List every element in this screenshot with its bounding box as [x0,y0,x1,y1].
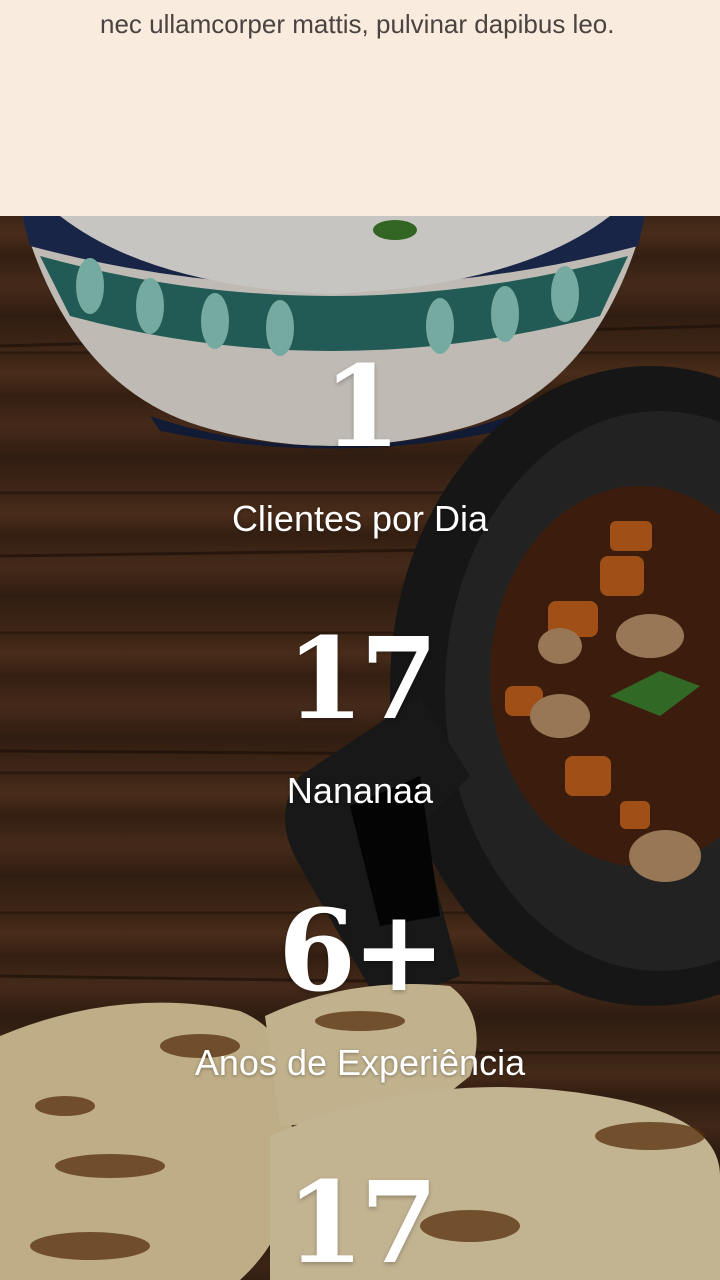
stat-label: Clientes por Dia [231,498,489,539]
intro-paragraph: nec ullamcorper mattis, pulvinar dapibus… [100,9,615,39]
intro-section: nec ullamcorper mattis, pulvinar dapibus… [0,0,720,216]
stat-fourth: 17 [0,1168,720,1280]
stat-clients-per-day: 1 Clientes por Dia [0,352,720,539]
stat-number: 17 [286,614,438,745]
stat-number: 6+ [278,886,446,1017]
stat-label: Anos de Experiência [194,1042,526,1083]
stat-label: Nananaa [286,770,434,811]
stat-number: 1 [323,342,401,473]
stat-years-experience: 6+ Anos de Experiência [0,896,720,1083]
stats-section: 1 Clientes por Dia 17 Nananaa 6+ Anos de… [0,216,720,1280]
stat-nananaa: 17 Nananaa [0,624,720,811]
stat-number: 17 [286,1158,438,1280]
